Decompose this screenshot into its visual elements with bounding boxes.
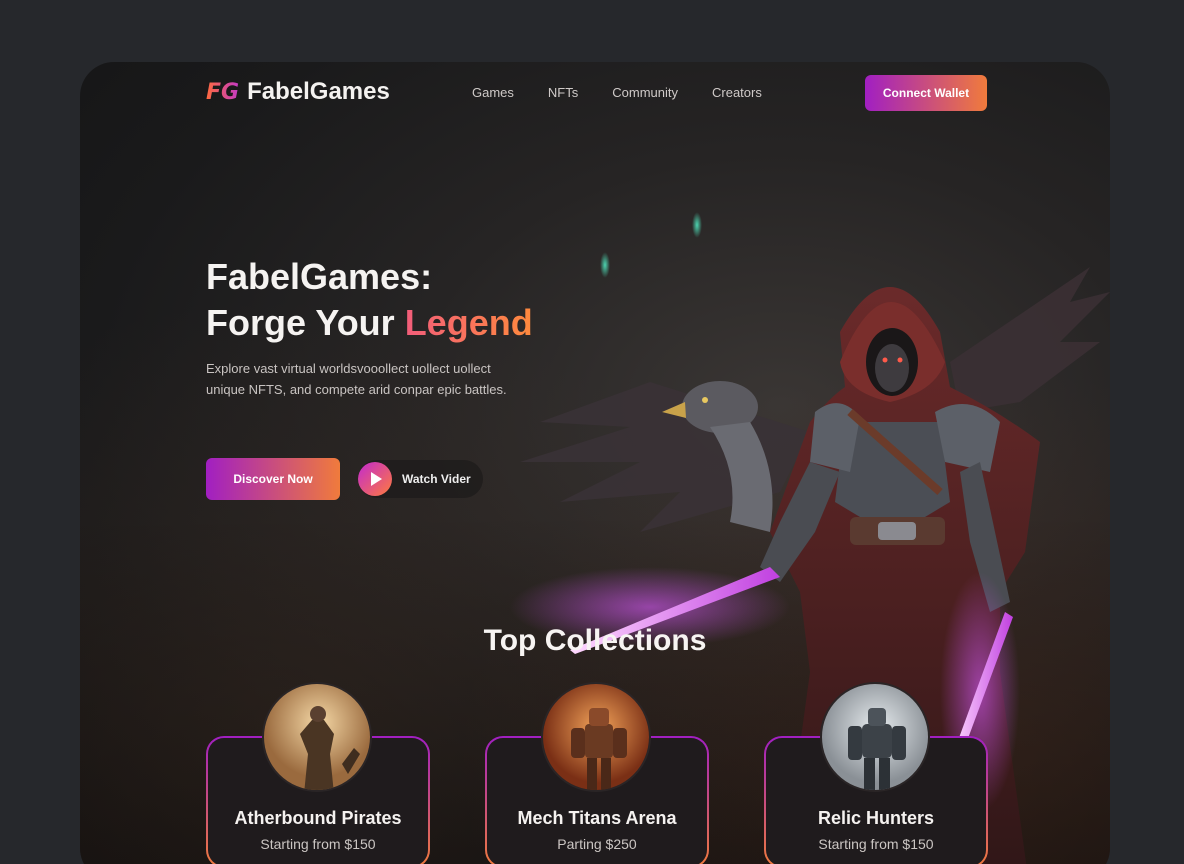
discover-now-button[interactable]: Discover Now xyxy=(206,458,340,500)
collection-image-relic-hunters[interactable] xyxy=(820,682,930,792)
collection-name: Relic Hunters xyxy=(817,808,935,828)
collection-image-atherbound-pirates[interactable] xyxy=(262,682,372,792)
watch-video-label: Watch Vider xyxy=(402,472,471,486)
hero-title-line2: Forge Your xyxy=(206,302,405,343)
watch-video-button[interactable]: Watch Vider xyxy=(358,460,483,498)
nav-item-nfts[interactable]: NFTs xyxy=(548,85,578,100)
connect-wallet-button[interactable]: Connect Wallet xyxy=(865,75,987,111)
collection-name: Mech Titans Arena xyxy=(517,808,677,828)
brand-logo[interactable]: FG FabelGames xyxy=(206,78,390,106)
hero-description: Explore vast virtual worldsvooollect uol… xyxy=(206,361,507,397)
collection-name: Atherbound Pirates xyxy=(234,808,402,828)
top-collections-title: Top Collections xyxy=(483,624,707,657)
logo-mark: FG xyxy=(206,79,240,105)
main-nav: Games NFTs Community Creators xyxy=(472,85,762,100)
hero-title-line1: FabelGames: xyxy=(206,256,433,297)
collection-price: Starting from $150 xyxy=(818,836,934,852)
hero-title: FabelGames: Forge Your Legend xyxy=(206,254,586,346)
nav-item-creators[interactable]: Creators xyxy=(712,85,762,100)
play-icon xyxy=(358,462,392,496)
brand-name: FabelGames xyxy=(247,78,390,105)
collection-price: Parting $250 xyxy=(557,836,637,852)
collection-image-mech-titans-arena[interactable] xyxy=(541,682,651,792)
hero-card: FG FabelGames Games NFTs Community Creat… xyxy=(80,62,1110,864)
nav-item-community[interactable]: Community xyxy=(612,85,678,100)
nav-item-games[interactable]: Games xyxy=(472,85,514,100)
collection-price: Starting from $150 xyxy=(260,836,376,852)
hero-title-accent: Legend xyxy=(404,302,533,343)
